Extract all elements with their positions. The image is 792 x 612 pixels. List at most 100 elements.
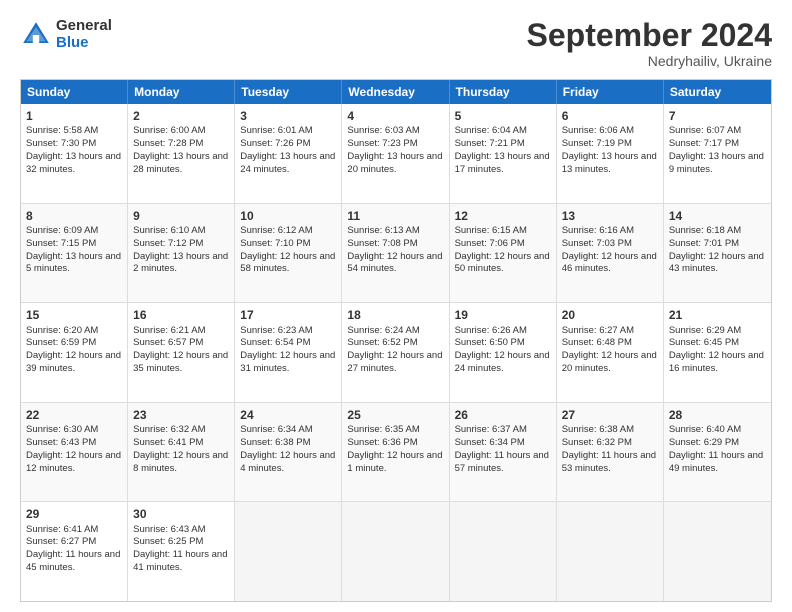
calendar-cell: [342, 502, 449, 601]
calendar-header: Sunday Monday Tuesday Wednesday Thursday…: [21, 80, 771, 104]
day-number: 26: [455, 407, 551, 423]
daylight-label: Daylight: 12 hours and 31 minutes.: [240, 350, 335, 374]
sunrise-label: Sunrise: 6:07 AM: [669, 125, 741, 136]
daylight-label: Daylight: 12 hours and 8 minutes.: [133, 450, 228, 474]
day-number: 28: [669, 407, 766, 423]
calendar-cell: 7Sunrise: 6:07 AMSunset: 7:17 PMDaylight…: [664, 104, 771, 203]
day-number: 5: [455, 108, 551, 124]
calendar-cell: 13Sunrise: 6:16 AMSunset: 7:03 PMDayligh…: [557, 204, 664, 303]
day-number: 12: [455, 208, 551, 224]
daylight-label: Daylight: 13 hours and 5 minutes.: [26, 251, 121, 275]
weekday-saturday: Saturday: [664, 80, 771, 104]
sunrise-label: Sunrise: 6:15 AM: [455, 225, 527, 236]
sunset-label: Sunset: 7:03 PM: [562, 238, 632, 249]
daylight-label: Daylight: 12 hours and 16 minutes.: [669, 350, 764, 374]
sunrise-label: Sunrise: 6:13 AM: [347, 225, 419, 236]
day-number: 15: [26, 307, 122, 323]
title-block: September 2024 Nedryhailiv, Ukraine: [527, 18, 772, 69]
day-number: 11: [347, 208, 443, 224]
daylight-label: Daylight: 12 hours and 4 minutes.: [240, 450, 335, 474]
calendar-cell: 20Sunrise: 6:27 AMSunset: 6:48 PMDayligh…: [557, 303, 664, 402]
sunset-label: Sunset: 7:01 PM: [669, 238, 739, 249]
daylight-label: Daylight: 11 hours and 53 minutes.: [562, 450, 656, 474]
month-title: September 2024: [527, 18, 772, 53]
sunrise-label: Sunrise: 6:21 AM: [133, 325, 205, 336]
daylight-label: Daylight: 11 hours and 41 minutes.: [133, 549, 227, 573]
day-number: 23: [133, 407, 229, 423]
sunset-label: Sunset: 6:48 PM: [562, 337, 632, 348]
calendar-cell: [450, 502, 557, 601]
sunset-label: Sunset: 7:26 PM: [240, 138, 310, 149]
daylight-label: Daylight: 13 hours and 13 minutes.: [562, 151, 657, 175]
daylight-label: Daylight: 13 hours and 9 minutes.: [669, 151, 764, 175]
daylight-label: Daylight: 12 hours and 27 minutes.: [347, 350, 442, 374]
calendar: Sunday Monday Tuesday Wednesday Thursday…: [20, 79, 772, 602]
sunrise-label: Sunrise: 6:27 AM: [562, 325, 634, 336]
calendar-cell: 4Sunrise: 6:03 AMSunset: 7:23 PMDaylight…: [342, 104, 449, 203]
day-number: 19: [455, 307, 551, 323]
daylight-label: Daylight: 12 hours and 39 minutes.: [26, 350, 121, 374]
day-number: 20: [562, 307, 658, 323]
sunset-label: Sunset: 6:41 PM: [133, 437, 203, 448]
sunset-label: Sunset: 7:21 PM: [455, 138, 525, 149]
sunrise-label: Sunrise: 6:37 AM: [455, 424, 527, 435]
weekday-tuesday: Tuesday: [235, 80, 342, 104]
sunrise-label: Sunrise: 6:09 AM: [26, 225, 98, 236]
sunrise-label: Sunrise: 6:16 AM: [562, 225, 634, 236]
daylight-label: Daylight: 13 hours and 17 minutes.: [455, 151, 550, 175]
calendar-cell: [235, 502, 342, 601]
calendar-cell: 25Sunrise: 6:35 AMSunset: 6:36 PMDayligh…: [342, 403, 449, 502]
sunset-label: Sunset: 7:19 PM: [562, 138, 632, 149]
daylight-label: Daylight: 12 hours and 50 minutes.: [455, 251, 550, 275]
sunset-label: Sunset: 7:10 PM: [240, 238, 310, 249]
day-number: 1: [26, 108, 122, 124]
daylight-label: Daylight: 12 hours and 54 minutes.: [347, 251, 442, 275]
daylight-label: Daylight: 12 hours and 46 minutes.: [562, 251, 657, 275]
daylight-label: Daylight: 13 hours and 32 minutes.: [26, 151, 121, 175]
sunset-label: Sunset: 6:38 PM: [240, 437, 310, 448]
daylight-label: Daylight: 13 hours and 28 minutes.: [133, 151, 228, 175]
sunrise-label: Sunrise: 6:35 AM: [347, 424, 419, 435]
weekday-wednesday: Wednesday: [342, 80, 449, 104]
daylight-label: Daylight: 12 hours and 12 minutes.: [26, 450, 121, 474]
calendar-cell: 26Sunrise: 6:37 AMSunset: 6:34 PMDayligh…: [450, 403, 557, 502]
daylight-label: Daylight: 11 hours and 49 minutes.: [669, 450, 763, 474]
sunrise-label: Sunrise: 6:12 AM: [240, 225, 312, 236]
daylight-label: Daylight: 13 hours and 20 minutes.: [347, 151, 442, 175]
calendar-cell: 16Sunrise: 6:21 AMSunset: 6:57 PMDayligh…: [128, 303, 235, 402]
calendar-cell: 27Sunrise: 6:38 AMSunset: 6:32 PMDayligh…: [557, 403, 664, 502]
day-number: 7: [669, 108, 766, 124]
daylight-label: Daylight: 12 hours and 43 minutes.: [669, 251, 764, 275]
sunrise-label: Sunrise: 6:10 AM: [133, 225, 205, 236]
day-number: 6: [562, 108, 658, 124]
day-number: 18: [347, 307, 443, 323]
calendar-cell: 11Sunrise: 6:13 AM Sunset: 7:08 PM Dayligh…: [342, 204, 449, 303]
day-number: 2: [133, 108, 229, 124]
sunrise-label: Sunrise: 6:30 AM: [26, 424, 98, 435]
calendar-row: 15Sunrise: 6:20 AMSunset: 6:59 PMDayligh…: [21, 302, 771, 402]
calendar-cell: 6Sunrise: 6:06 AMSunset: 7:19 PMDaylight…: [557, 104, 664, 203]
sunset-label: Sunset: 6:36 PM: [347, 437, 417, 448]
calendar-cell: 8Sunrise: 6:09 AMSunset: 7:15 PMDaylight…: [21, 204, 128, 303]
sunrise-label: Sunrise: 6:24 AM: [347, 325, 419, 336]
sunrise-label: Sunrise: 6:38 AM: [562, 424, 634, 435]
sunrise-label: Sunrise: 6:04 AM: [455, 125, 527, 136]
calendar-cell: 9Sunrise: 6:10 AMSunset: 7:12 PMDaylight…: [128, 204, 235, 303]
logo-icon: [20, 19, 52, 51]
daylight-label: Daylight: 13 hours and 24 minutes.: [240, 151, 335, 175]
calendar-cell: 1Sunrise: 5:58 AMSunset: 7:30 PMDaylight…: [21, 104, 128, 203]
calendar-cell: 10Sunrise: 6:12 AMSunset: 7:10 PMDayligh…: [235, 204, 342, 303]
daylight-label: Daylight: 12 hours and 1 minute.: [347, 450, 442, 474]
day-number: 8: [26, 208, 122, 224]
sunset-label: Sunset: 6:25 PM: [133, 536, 203, 547]
logo-general: General: [56, 18, 112, 35]
sunrise-label: Sunrise: 6:43 AM: [133, 524, 205, 535]
calendar-row: 29Sunrise: 6:41 AMSunset: 6:27 PMDayligh…: [21, 501, 771, 601]
sunset-label: Sunset: 7:08 PM: [347, 238, 417, 249]
calendar-cell: 21Sunrise: 6:29 AMSunset: 6:45 PMDayligh…: [664, 303, 771, 402]
sunrise-label: Sunrise: 6:03 AM: [347, 125, 419, 136]
daylight-label: Daylight: 11 hours and 45 minutes.: [26, 549, 120, 573]
daylight-label: Daylight: 12 hours and 58 minutes.: [240, 251, 335, 275]
sunrise-label: Sunrise: 6:20 AM: [26, 325, 98, 336]
day-number: 3: [240, 108, 336, 124]
